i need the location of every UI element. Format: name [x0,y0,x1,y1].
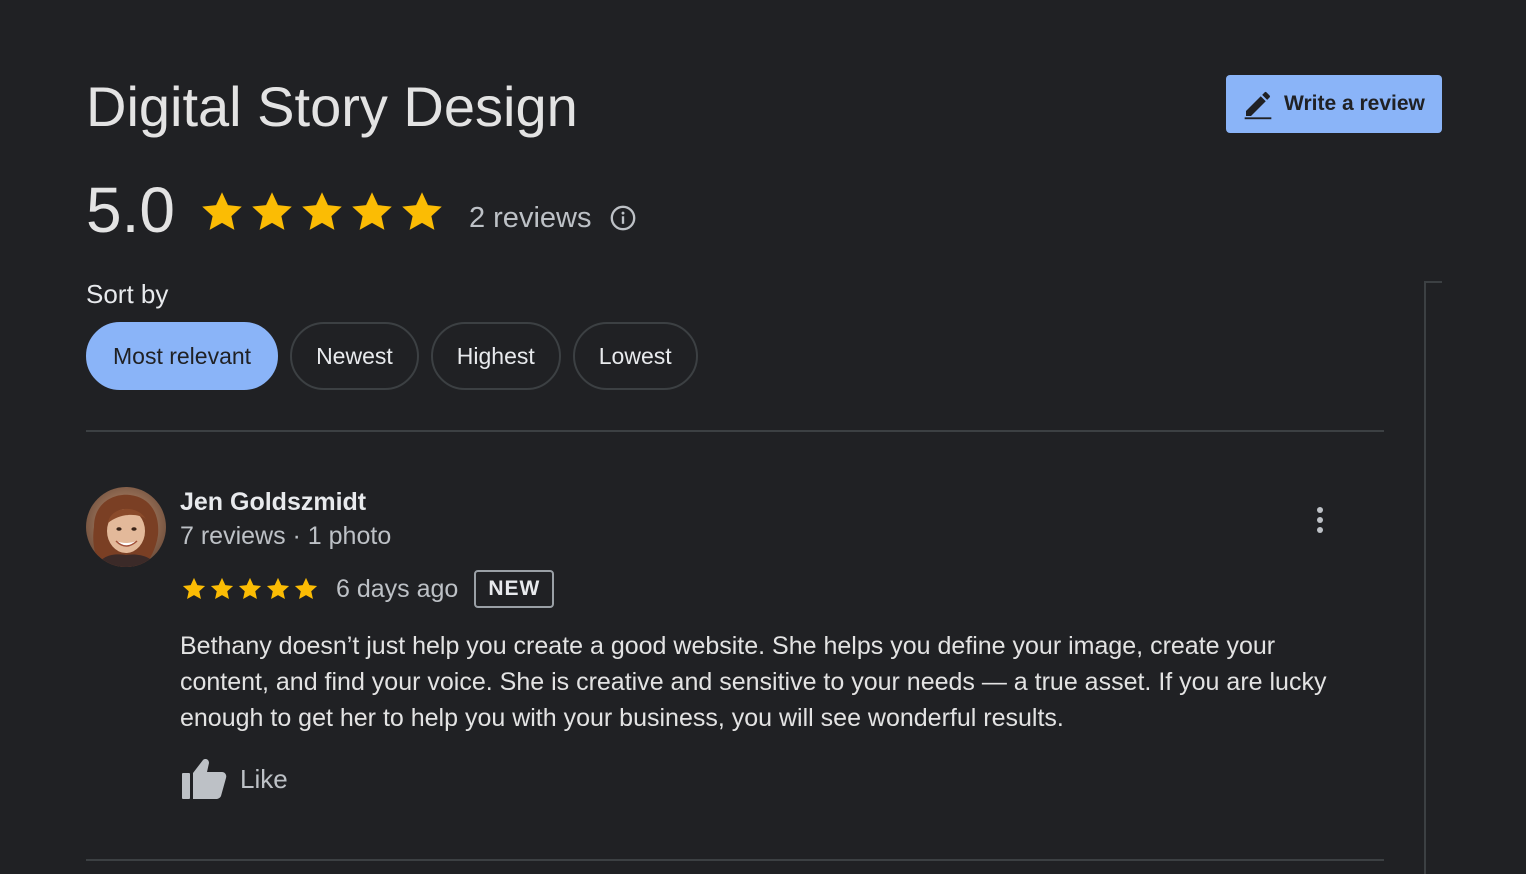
thumbs-up-icon [182,759,227,799]
star-icon [238,577,262,599]
divider [86,859,1384,861]
sort-options: Most relevant Newest Highest Lowest [86,322,710,390]
sort-chip-lowest[interactable]: Lowest [572,322,698,390]
star-icon [302,192,342,230]
new-badge: NEW [474,570,555,608]
sort-chip-newest[interactable]: Newest [290,322,419,390]
star-icon [252,192,292,230]
review-rating-row: 6 days ago NEW [180,568,555,610]
review-date: 6 days ago [336,574,459,603]
review-stars [180,575,320,603]
star-icon [266,577,290,599]
reviews-page: Digital Story Design Write a review 5.0 … [0,0,1526,874]
rating-summary: 5.0 2 reviews [86,172,637,248]
star-icon [202,192,242,230]
sort-chip-most-relevant[interactable]: Most relevant [86,322,279,390]
star-icon [402,192,442,230]
star-icon [182,577,206,599]
like-button[interactable]: Like [180,756,288,802]
review-count[interactable]: 2 reviews [469,202,592,235]
divider [86,430,1384,432]
review-text: Bethany doesn’t just help you create a g… [180,632,1327,732]
pencil-icon [1244,91,1272,120]
more-options-icon[interactable] [1304,500,1336,540]
star-icon [294,577,318,599]
reviewer-meta: 7 reviews · 1 photo [180,522,392,550]
star-icon [210,577,234,599]
info-icon[interactable] [609,204,637,232]
avatar-image [86,487,166,567]
write-review-label: Write a review [1284,92,1425,115]
sort-by-label: Sort by [86,279,169,309]
sort-chip-highest[interactable]: Highest [430,322,561,390]
scrollbar-track[interactable] [1424,281,1426,874]
star-icon [352,192,392,230]
like-label: Like [240,763,288,794]
avatar[interactable] [86,487,166,567]
rating-stars [197,187,447,237]
rating-value: 5.0 [86,174,175,246]
scrollbar-cap [1424,281,1442,283]
reviewer-name[interactable]: Jen Goldszmidt [180,488,366,517]
business-title: Digital Story Design [86,75,578,138]
write-review-button[interactable]: Write a review [1226,75,1442,133]
